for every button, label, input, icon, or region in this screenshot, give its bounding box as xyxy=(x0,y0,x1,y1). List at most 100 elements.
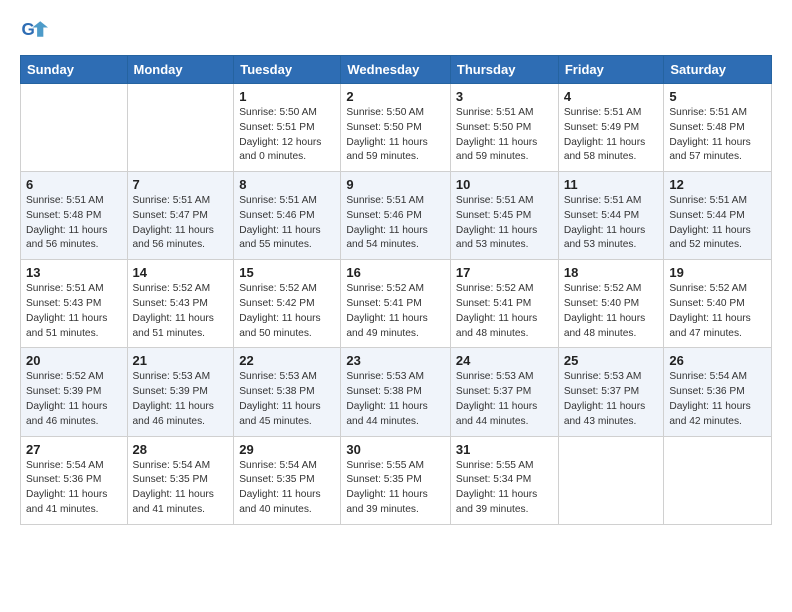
page: G SundayMondayTuesdayWednesdayThursdayFr… xyxy=(0,0,792,545)
day-info: Sunrise: 5:51 AMSunset: 5:44 PMDaylight:… xyxy=(564,194,659,253)
day-info: Sunrise: 5:53 AMSunset: 5:37 PMDaylight:… xyxy=(456,370,553,429)
day-number: 26 xyxy=(669,353,766,368)
day-number: 2 xyxy=(346,89,445,104)
day-number: 23 xyxy=(346,353,445,368)
day-info: Sunrise: 5:50 AMSunset: 5:51 PMDaylight:… xyxy=(239,106,335,165)
day-number: 14 xyxy=(133,265,229,280)
calendar-cell: 21 Sunrise: 5:53 AMSunset: 5:39 PMDayligh… xyxy=(127,348,234,436)
day-info: Sunrise: 5:53 AMSunset: 5:37 PMDaylight:… xyxy=(564,370,659,429)
day-number: 27 xyxy=(26,442,122,457)
calendar-cell: 10Sunrise: 5:51 AMSunset: 5:45 PMDayligh… xyxy=(450,172,558,260)
day-info: Sunrise: 5:52 AMSunset: 5:41 PMDaylight:… xyxy=(346,282,445,341)
day-info: Sunrise: 5:51 AMSunset: 5:50 PMDaylight:… xyxy=(456,106,553,165)
calendar-cell: 26 Sunrise: 5:54 AMSunset: 5:36 PMDayligh… xyxy=(664,348,772,436)
calendar-cell: 15 Sunrise: 5:52 AMSunset: 5:42 PMDayligh… xyxy=(234,260,341,348)
day-number: 11 xyxy=(564,177,659,192)
day-info: Sunrise: 5:55 AMSunset: 5:35 PMDaylight:… xyxy=(346,459,445,518)
calendar-cell xyxy=(127,84,234,172)
day-info: Sunrise: 5:51 AMSunset: 5:46 PMDaylight:… xyxy=(346,194,445,253)
day-info: Sunrise: 5:54 AMSunset: 5:35 PMDaylight:… xyxy=(133,459,229,518)
calendar-cell: 1 Sunrise: 5:50 AMSunset: 5:51 PMDaylight… xyxy=(234,84,341,172)
day-info: Sunrise: 5:51 AMSunset: 5:48 PMDaylight:… xyxy=(26,194,122,253)
logo-icon: G xyxy=(20,15,48,43)
day-info: Sunrise: 5:53 AMSunset: 5:39 PMDaylight:… xyxy=(133,370,229,429)
calendar-week-1: 1 Sunrise: 5:50 AMSunset: 5:51 PMDaylight… xyxy=(21,84,772,172)
day-info: Sunrise: 5:51 AMSunset: 5:44 PMDaylight:… xyxy=(669,194,766,253)
calendar-week-3: 13 Sunrise: 5:51 AMSunset: 5:43 PMDayligh… xyxy=(21,260,772,348)
calendar-cell: 28 Sunrise: 5:54 AMSunset: 5:35 PMDayligh… xyxy=(127,436,234,524)
day-number: 15 xyxy=(239,265,335,280)
day-number: 31 xyxy=(456,442,553,457)
calendar-cell: 14 Sunrise: 5:52 AMSunset: 5:43 PMDayligh… xyxy=(127,260,234,348)
calendar-cell: 6 Sunrise: 5:51 AMSunset: 5:48 PMDaylight… xyxy=(21,172,128,260)
calendar-header-tuesday: Tuesday xyxy=(234,56,341,84)
day-info: Sunrise: 5:51 AMSunset: 5:47 PMDaylight:… xyxy=(133,194,229,253)
calendar-week-2: 6 Sunrise: 5:51 AMSunset: 5:48 PMDaylight… xyxy=(21,172,772,260)
day-number: 24 xyxy=(456,353,553,368)
day-info: Sunrise: 5:51 AMSunset: 5:45 PMDaylight:… xyxy=(456,194,553,253)
calendar-header-wednesday: Wednesday xyxy=(341,56,451,84)
day-number: 17 xyxy=(456,265,553,280)
calendar-cell: 24 Sunrise: 5:53 AMSunset: 5:37 PMDayligh… xyxy=(450,348,558,436)
calendar-cell xyxy=(664,436,772,524)
header: G xyxy=(20,15,772,43)
calendar-week-5: 27 Sunrise: 5:54 AMSunset: 5:36 PMDayligh… xyxy=(21,436,772,524)
calendar-header-saturday: Saturday xyxy=(664,56,772,84)
day-number: 7 xyxy=(133,177,229,192)
day-number: 29 xyxy=(239,442,335,457)
day-number: 1 xyxy=(239,89,335,104)
day-number: 18 xyxy=(564,265,659,280)
calendar-cell: 11 Sunrise: 5:51 AMSunset: 5:44 PMDayligh… xyxy=(558,172,664,260)
day-number: 8 xyxy=(239,177,335,192)
day-number: 28 xyxy=(133,442,229,457)
day-number: 25 xyxy=(564,353,659,368)
day-info: Sunrise: 5:54 AMSunset: 5:36 PMDaylight:… xyxy=(669,370,766,429)
day-info: Sunrise: 5:51 AMSunset: 5:46 PMDaylight:… xyxy=(239,194,335,253)
calendar-cell: 25 Sunrise: 5:53 AMSunset: 5:37 PMDayligh… xyxy=(558,348,664,436)
day-number: 5 xyxy=(669,89,766,104)
day-info: Sunrise: 5:52 AMSunset: 5:42 PMDaylight:… xyxy=(239,282,335,341)
calendar-cell: 9Sunrise: 5:51 AMSunset: 5:46 PMDaylight… xyxy=(341,172,451,260)
day-info: Sunrise: 5:52 AMSunset: 5:40 PMDaylight:… xyxy=(564,282,659,341)
calendar-cell: 19 Sunrise: 5:52 AMSunset: 5:40 PMDayligh… xyxy=(664,260,772,348)
calendar-cell: 2 Sunrise: 5:50 AMSunset: 5:50 PMDaylight… xyxy=(341,84,451,172)
day-number: 21 xyxy=(133,353,229,368)
day-number: 3 xyxy=(456,89,553,104)
calendar-cell: 12 Sunrise: 5:51 AMSunset: 5:44 PMDayligh… xyxy=(664,172,772,260)
day-info: Sunrise: 5:54 AMSunset: 5:36 PMDaylight:… xyxy=(26,459,122,518)
day-number: 16 xyxy=(346,265,445,280)
calendar-header-friday: Friday xyxy=(558,56,664,84)
calendar-cell: 3 Sunrise: 5:51 AMSunset: 5:50 PMDaylight… xyxy=(450,84,558,172)
day-number: 22 xyxy=(239,353,335,368)
day-info: Sunrise: 5:51 AMSunset: 5:43 PMDaylight:… xyxy=(26,282,122,341)
calendar-cell xyxy=(21,84,128,172)
calendar-cell: 8 Sunrise: 5:51 AMSunset: 5:46 PMDaylight… xyxy=(234,172,341,260)
day-info: Sunrise: 5:52 AMSunset: 5:43 PMDaylight:… xyxy=(133,282,229,341)
calendar-header-row: SundayMondayTuesdayWednesdayThursdayFrid… xyxy=(21,56,772,84)
calendar-cell: 31Sunrise: 5:55 AMSunset: 5:34 PMDayligh… xyxy=(450,436,558,524)
calendar-cell: 30 Sunrise: 5:55 AMSunset: 5:35 PMDayligh… xyxy=(341,436,451,524)
calendar-header-monday: Monday xyxy=(127,56,234,84)
calendar-cell: 4 Sunrise: 5:51 AMSunset: 5:49 PMDaylight… xyxy=(558,84,664,172)
day-number: 13 xyxy=(26,265,122,280)
day-info: Sunrise: 5:52 AMSunset: 5:41 PMDaylight:… xyxy=(456,282,553,341)
day-info: Sunrise: 5:51 AMSunset: 5:48 PMDaylight:… xyxy=(669,106,766,165)
day-number: 20 xyxy=(26,353,122,368)
day-info: Sunrise: 5:50 AMSunset: 5:50 PMDaylight:… xyxy=(346,106,445,165)
day-info: Sunrise: 5:51 AMSunset: 5:49 PMDaylight:… xyxy=(564,106,659,165)
calendar-cell: 16 Sunrise: 5:52 AMSunset: 5:41 PMDayligh… xyxy=(341,260,451,348)
calendar-cell: 13 Sunrise: 5:51 AMSunset: 5:43 PMDayligh… xyxy=(21,260,128,348)
day-number: 6 xyxy=(26,177,122,192)
day-number: 4 xyxy=(564,89,659,104)
day-number: 12 xyxy=(669,177,766,192)
calendar-cell: 29Sunrise: 5:54 AMSunset: 5:35 PMDayligh… xyxy=(234,436,341,524)
calendar-week-4: 20Sunrise: 5:52 AMSunset: 5:39 PMDayligh… xyxy=(21,348,772,436)
day-number: 30 xyxy=(346,442,445,457)
calendar-cell: 27 Sunrise: 5:54 AMSunset: 5:36 PMDayligh… xyxy=(21,436,128,524)
day-info: Sunrise: 5:52 AMSunset: 5:40 PMDaylight:… xyxy=(669,282,766,341)
calendar-cell: 5 Sunrise: 5:51 AMSunset: 5:48 PMDaylight… xyxy=(664,84,772,172)
calendar-cell: 23 Sunrise: 5:53 AMSunset: 5:38 PMDayligh… xyxy=(341,348,451,436)
day-info: Sunrise: 5:53 AMSunset: 5:38 PMDaylight:… xyxy=(346,370,445,429)
day-number: 19 xyxy=(669,265,766,280)
calendar: SundayMondayTuesdayWednesdayThursdayFrid… xyxy=(20,55,772,525)
